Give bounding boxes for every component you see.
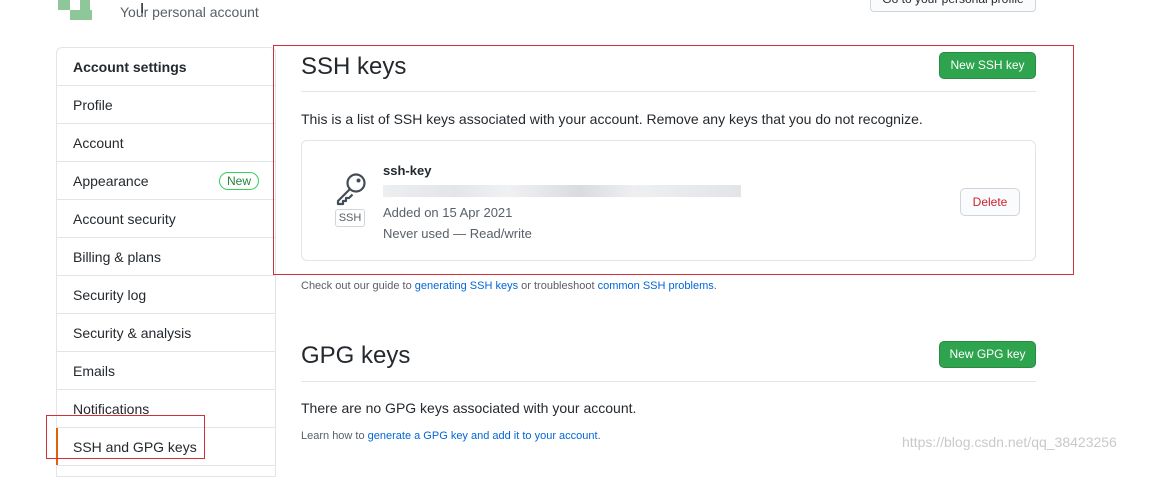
sidebar-item-account-security[interactable]: Account security [57,200,275,238]
sidebar-item-notifications[interactable]: Notifications [57,390,275,428]
ssh-key-name: ssh-key [383,163,432,178]
sidebar-item-label: Account [73,135,124,151]
settings-sidebar: Account settings Profile Account Appeara… [56,47,276,477]
delete-ssh-key-button[interactable]: Delete [960,188,1020,216]
sidebar-item-label: Security & analysis [73,325,192,341]
sidebar-item-label: Notifications [73,401,150,417]
sidebar-item-account[interactable]: Account [57,124,275,162]
gpg-learn-text: Learn how to generate a GPG key and add … [301,430,601,442]
common-ssh-problems-link[interactable]: common SSH problems [598,280,714,292]
sidebar-item-security-log[interactable]: Security log [57,276,275,314]
ssh-key-usage: Never used — Read/write [383,226,532,241]
new-gpg-key-button[interactable]: New GPG key [939,341,1036,368]
ssh-title-divider [301,91,1036,92]
ssh-key-item: SSH ssh-key Added on 15 Apr 2021 Never u… [301,140,1036,261]
ssh-description: This is a list of SSH keys associated wi… [301,111,923,127]
learn-suffix: . [597,430,601,442]
gpg-empty-message: There are no GPG keys associated with yo… [301,400,637,416]
sidebar-item-label: Billing & plans [73,249,161,265]
ssh-key-added-date: Added on 15 Apr 2021 [383,205,513,220]
text-cursor-icon: I [140,0,145,17]
gpg-title-divider [301,381,1036,382]
sidebar-item-ssh-gpg-keys[interactable]: SSH and GPG keys [56,428,275,466]
new-badge: New [218,172,259,190]
gpg-keys-title: GPG keys [301,342,411,369]
sidebar-item-security-analysis[interactable]: Security & analysis [57,314,275,352]
sidebar-item-emails[interactable]: Emails [57,352,275,390]
guide-prefix: Check out our guide to [301,280,415,292]
sidebar-item-label: Profile [73,97,113,113]
learn-prefix: Learn how to [301,430,368,442]
guide-middle: or troubleshoot [518,280,598,292]
go-to-profile-button[interactable]: Go to your personal profile [870,0,1036,12]
ssh-keys-title: SSH keys [301,53,407,80]
generate-gpg-key-link[interactable]: generate a GPG key and add it to your ac… [368,430,598,442]
sidebar-item-billing[interactable]: Billing & plans [57,238,275,276]
sidebar-item-profile[interactable]: Profile [57,86,275,124]
new-ssh-key-button[interactable]: New SSH key [939,52,1036,79]
sidebar-heading-label: Account settings [73,59,187,75]
sidebar-item-appearance[interactable]: Appearance New [57,162,275,200]
sidebar-item-label: Emails [73,363,116,379]
sidebar-item-label: Appearance [73,173,149,189]
sidebar-heading: Account settings [57,48,275,86]
sidebar-item-label: Account security [73,211,176,227]
ssh-type-badge: SSH [335,209,365,227]
guide-suffix: . [713,280,717,292]
generating-ssh-keys-link[interactable]: generating SSH keys [415,280,518,292]
sidebar-item-label: SSH and GPG keys [73,439,197,455]
ssh-guide-text: Check out our guide to generating SSH ke… [301,280,717,292]
avatar[interactable] [58,0,104,22]
sidebar-item-label: Security log [73,287,147,303]
key-icon [336,173,366,206]
watermark: https://blog.csdn.net/qq_38423256 [902,434,1117,450]
ssh-key-fingerprint-blurred [383,185,741,197]
